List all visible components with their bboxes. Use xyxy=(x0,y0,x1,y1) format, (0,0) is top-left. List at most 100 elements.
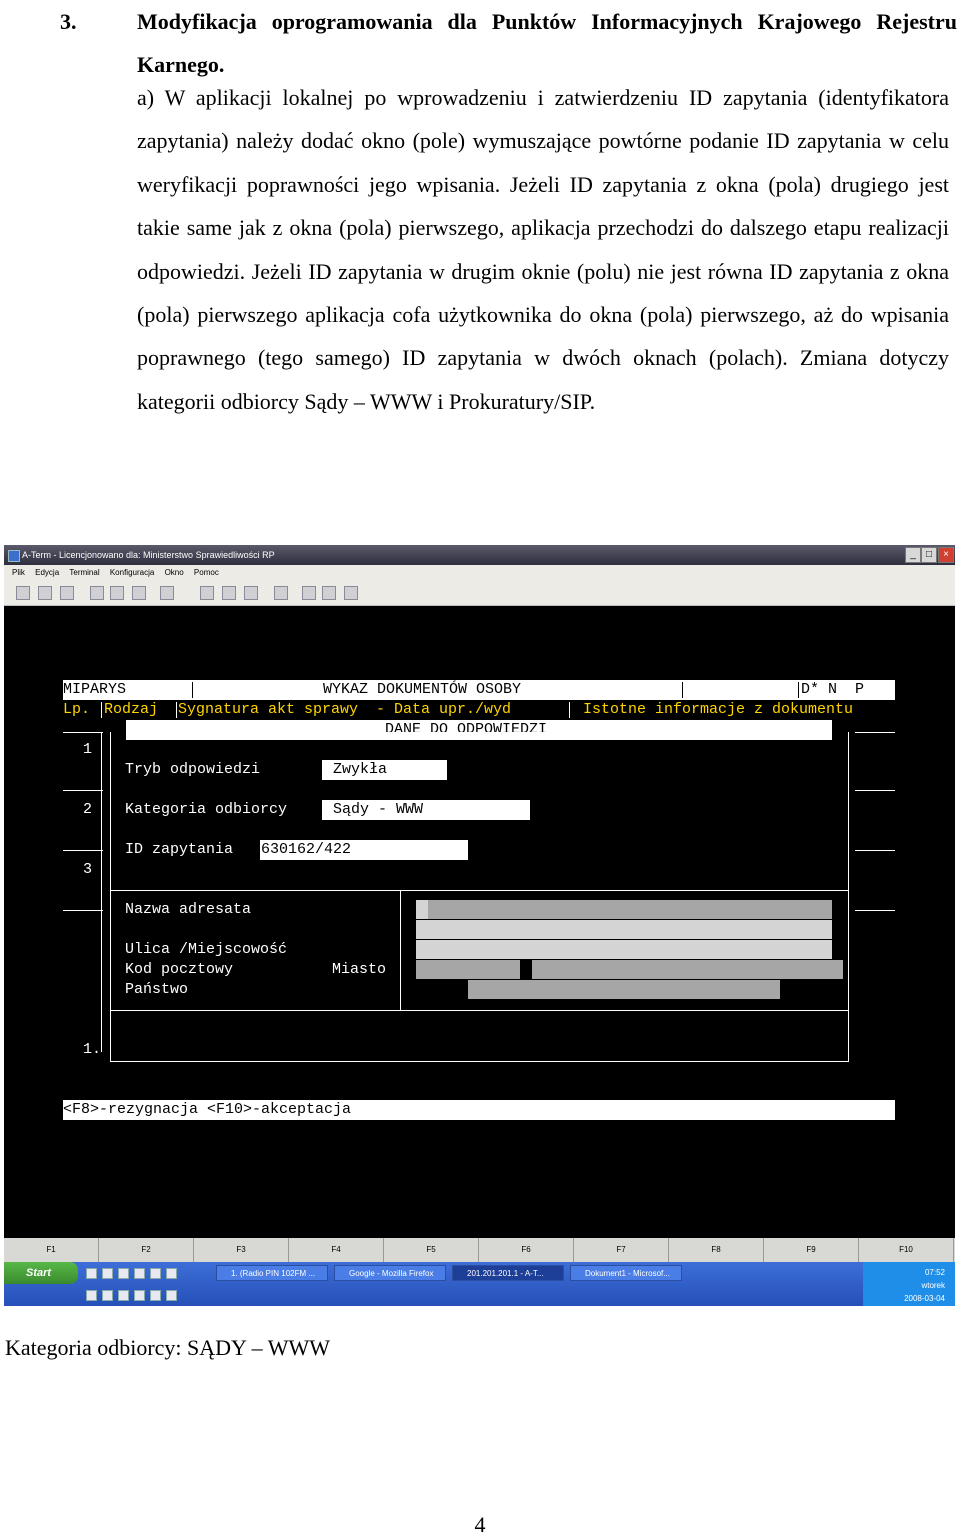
quicklaunch-icon[interactable] xyxy=(150,1268,161,1279)
column-separator xyxy=(101,702,102,718)
clock-day: wtorek xyxy=(921,1281,945,1290)
menu-item-okno[interactable]: Okno xyxy=(165,568,184,577)
ftp-icon[interactable] xyxy=(200,586,214,600)
panstwo-field[interactable] xyxy=(468,980,780,999)
dialog-title: DANE DO ODPOWIEDZI xyxy=(385,721,548,738)
quicklaunch-ie-icon[interactable] xyxy=(86,1268,97,1279)
table-column-line xyxy=(101,732,102,1052)
quicklaunch-icon[interactable] xyxy=(166,1290,177,1301)
font-icon[interactable] xyxy=(160,586,174,600)
fkey-f9[interactable]: F9 xyxy=(764,1238,859,1262)
fkey-f3[interactable]: F3 xyxy=(194,1238,289,1262)
quicklaunch-icon[interactable] xyxy=(86,1290,97,1301)
menu-item-plik[interactable]: Plik xyxy=(12,568,25,577)
ulica-field[interactable] xyxy=(416,940,832,959)
panstwo-label: Państwo xyxy=(125,981,189,998)
find-icon[interactable] xyxy=(132,586,146,600)
minimize-button[interactable]: _ xyxy=(905,547,921,563)
ftp-upload-icon[interactable] xyxy=(222,586,236,600)
body-paragraph: a) W aplikacji lokalnej po wprowadzeniu … xyxy=(137,85,949,414)
layout-icon[interactable] xyxy=(302,586,316,600)
fkey-f2[interactable]: F2 xyxy=(99,1238,194,1262)
close-button[interactable]: × xyxy=(938,547,954,563)
fkey-f4[interactable]: F4 xyxy=(289,1238,384,1262)
id-zapytania-label: ID zapytania xyxy=(125,841,234,858)
maximize-button[interactable]: □ xyxy=(921,547,937,563)
quicklaunch-icon[interactable] xyxy=(118,1290,129,1301)
ftp-download-icon[interactable] xyxy=(244,586,258,600)
menu-item-konfiguracja[interactable]: Konfiguracja xyxy=(110,568,154,577)
windows-taskbar: Start 1. (Radio PIN 102FM ... Google - M… xyxy=(4,1262,955,1306)
id-zapytania-value: 630162/422 xyxy=(261,841,352,858)
kategoria-label: Kategoria odbiorcy xyxy=(125,801,288,818)
fkey-f6[interactable]: F6 xyxy=(479,1238,574,1262)
header-center: WYKAZ DOKUMENTÓW OSOBY xyxy=(323,681,522,698)
window-title: A-Term - Licencjonowano dla: Ministerstw… xyxy=(22,550,275,560)
clock-time: 07:52 xyxy=(924,1268,945,1277)
fkey-f1[interactable]: F1 xyxy=(4,1238,99,1262)
nazwa-cursor xyxy=(416,900,428,919)
column-separator xyxy=(176,702,177,718)
quicklaunch-icon[interactable] xyxy=(118,1268,129,1279)
ulica-label: Ulica /Miejscowość xyxy=(125,941,288,958)
app-icon-small[interactable] xyxy=(344,586,358,600)
page-number: 4 xyxy=(474,1512,486,1537)
start-button[interactable]: Start xyxy=(4,1262,78,1284)
nazwa-field-2[interactable] xyxy=(416,920,832,939)
column-istotne: Istotne informacje z dokumentu xyxy=(583,701,854,718)
paste-icon[interactable] xyxy=(110,586,124,600)
fkey-f5[interactable]: F5 xyxy=(384,1238,479,1262)
address-divider xyxy=(400,890,401,1010)
row-number: 2 xyxy=(83,801,93,818)
nazwa-field-1[interactable] xyxy=(428,900,832,919)
column-lp: Lp. xyxy=(63,701,91,718)
terminal-screen[interactable]: MIPARYS WYKAZ DOKUMENTÓW OSOBY D* N P Lp… xyxy=(4,606,955,1236)
dialog-border-left xyxy=(110,732,111,1062)
table-rule xyxy=(63,790,103,791)
task-radio[interactable]: 1. (Radio PIN 102FM ... xyxy=(216,1265,328,1281)
settings-icon[interactable] xyxy=(274,586,288,600)
task-aterm[interactable]: 201.201.201.1 - A-T... xyxy=(452,1265,564,1281)
quicklaunch-icon[interactable] xyxy=(150,1290,161,1301)
application-screenshot: A-Term - Licencjonowano dla: Ministerstw… xyxy=(4,545,955,1306)
kod-pocztowy-field[interactable] xyxy=(416,960,520,979)
header-right: D* N P xyxy=(801,681,865,698)
table-rule xyxy=(63,850,103,851)
menu-item-terminal[interactable]: Terminal xyxy=(69,568,99,577)
quicklaunch-icon[interactable] xyxy=(166,1268,177,1279)
system-tray: 07:52 wtorek 2008-03-04 xyxy=(863,1262,955,1306)
miasto-field[interactable] xyxy=(532,960,843,979)
task-word[interactable]: Dokument1 - Microsof... xyxy=(570,1265,682,1281)
connect-icon[interactable] xyxy=(16,586,30,600)
quicklaunch-icon[interactable] xyxy=(102,1268,113,1279)
dialog-divider xyxy=(110,890,849,891)
row-number: 1. xyxy=(83,1041,102,1058)
header-separator xyxy=(192,682,193,698)
tryb-value: Zwykła xyxy=(333,761,388,778)
disconnect-icon[interactable] xyxy=(38,586,52,600)
heading-number: 3. xyxy=(60,9,77,34)
header-separator xyxy=(682,682,683,698)
fkey-f7[interactable]: F7 xyxy=(574,1238,669,1262)
nazwa-adresata-label: Nazwa adresata xyxy=(125,901,252,918)
task-firefox[interactable]: Google - Mozilla Firefox xyxy=(334,1265,446,1281)
kod-pocztowy-label: Kod pocztowy xyxy=(125,961,234,978)
row-number: 3 xyxy=(83,861,93,878)
dialog-border-right xyxy=(848,732,849,1062)
kategoria-value: Sądy - WWW xyxy=(333,801,424,818)
window-icon[interactable] xyxy=(322,586,336,600)
fkey-f8[interactable]: F8 xyxy=(669,1238,764,1262)
table-rule xyxy=(855,850,895,851)
dialog-border-bottom xyxy=(110,1061,849,1062)
fkey-f10[interactable]: F10 xyxy=(859,1238,954,1262)
quicklaunch-icon[interactable] xyxy=(134,1290,145,1301)
quicklaunch-icon[interactable] xyxy=(102,1290,113,1301)
menu-item-edycja[interactable]: Edycja xyxy=(35,568,59,577)
dialog-top-rule xyxy=(126,732,832,733)
menu-bar: Plik Edycja Terminal Konfiguracja Okno P… xyxy=(4,565,955,580)
quicklaunch-icon[interactable] xyxy=(134,1268,145,1279)
header-separator xyxy=(798,682,799,698)
menu-item-pomoc[interactable]: Pomoc xyxy=(194,568,219,577)
copy-icon[interactable] xyxy=(90,586,104,600)
print-icon[interactable] xyxy=(60,586,74,600)
